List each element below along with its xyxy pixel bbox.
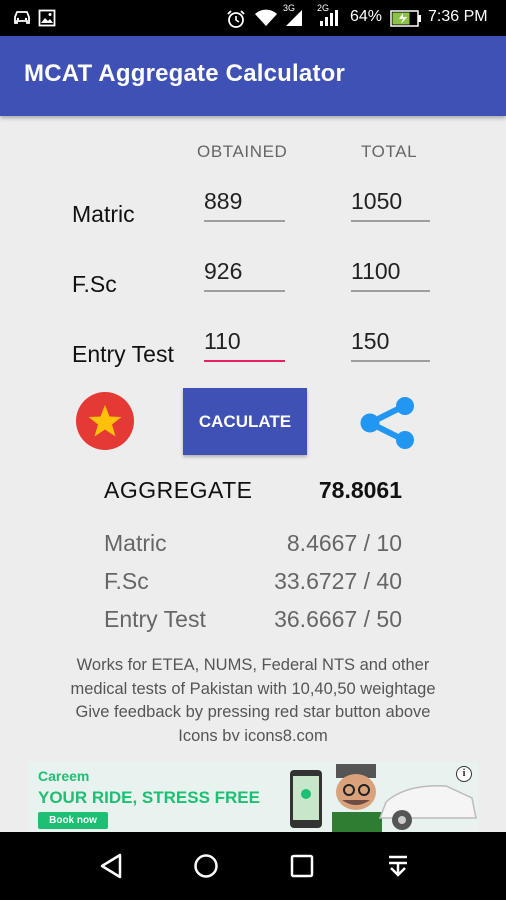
entry-test-obtained-input[interactable]: 110 (204, 326, 285, 362)
fsc-obtained-input[interactable]: 926 (204, 256, 285, 292)
info-line-2: medical tests of Pakistan with 10,40,50 … (70, 679, 436, 698)
signal-icon (286, 10, 302, 26)
star-icon (88, 405, 122, 437)
calculate-button[interactable]: CACULATE (183, 388, 307, 455)
obtained-column-header: OBTAINED (197, 142, 288, 161)
info-line-1: Works for ETEA, NUMS, Federal NTS and ot… (76, 656, 430, 674)
app-bar: MCAT Aggregate Calculator (0, 36, 506, 116)
result-matric-value: 8.4667 / 10 (286, 530, 402, 556)
image-icon (38, 9, 56, 27)
share-icon[interactable] (358, 397, 418, 449)
ad-info-icon[interactable]: i (456, 766, 472, 782)
result-matric-label: Matric (104, 530, 167, 556)
clock: 7:36 PM (428, 8, 488, 25)
recent-apps-icon[interactable] (288, 852, 316, 880)
info-text: Works for ETEA, NUMS, Federal NTS and ot… (0, 654, 506, 741)
matric-total-input[interactable]: 1050 (351, 186, 430, 222)
battery-percent: 64% (350, 8, 383, 25)
back-icon[interactable] (98, 852, 126, 880)
fsc-label: F.Sc (72, 271, 117, 297)
matric-label: Matric (72, 201, 135, 227)
alarm-icon (227, 10, 245, 28)
ad-banner[interactable]: Careem YOUR RIDE, STRESS FREE Book now i (28, 762, 478, 832)
status-bar: 3G 2G 64% 7:36 PM (0, 0, 506, 36)
app-title: MCAT Aggregate Calculator (24, 60, 346, 87)
entry-test-label: Entry Test (72, 341, 174, 367)
result-fsc-value: 33.6727 / 40 (274, 568, 402, 594)
result-entry-test-label: Entry Test (104, 606, 206, 632)
navigation-bar (0, 832, 506, 900)
home-icon[interactable] (192, 852, 220, 880)
matric-obtained-input[interactable]: 889 (204, 186, 285, 222)
signal-icon-2 (320, 10, 338, 26)
entry-test-total-input[interactable]: 150 (351, 326, 430, 362)
ad-book-now-button[interactable]: Book now (38, 812, 108, 829)
total-column-header: TOTAL (361, 142, 418, 161)
feedback-star-button[interactable] (76, 392, 134, 450)
result-fsc-label: F.Sc (104, 568, 149, 594)
info-line-3: Give feedback by pressing red star butto… (75, 703, 431, 721)
wifi-icon (255, 9, 277, 26)
aggregate-label: AGGREGATE (104, 477, 253, 503)
info-line-4: Icons by icons8.com (178, 726, 328, 741)
battery-icon (390, 10, 421, 27)
ad-car-illustration (378, 785, 477, 830)
fsc-total-input[interactable]: 1100 (351, 256, 430, 292)
car-icon (14, 11, 30, 24)
aggregate-value: 78.8061 (318, 477, 402, 503)
result-entry-test-value: 36.6667 / 50 (274, 606, 402, 632)
hide-keyboard-icon[interactable] (384, 852, 412, 880)
ad-brand: Careem (38, 768, 90, 784)
ad-tagline: YOUR RIDE, STRESS FREE (38, 788, 260, 807)
